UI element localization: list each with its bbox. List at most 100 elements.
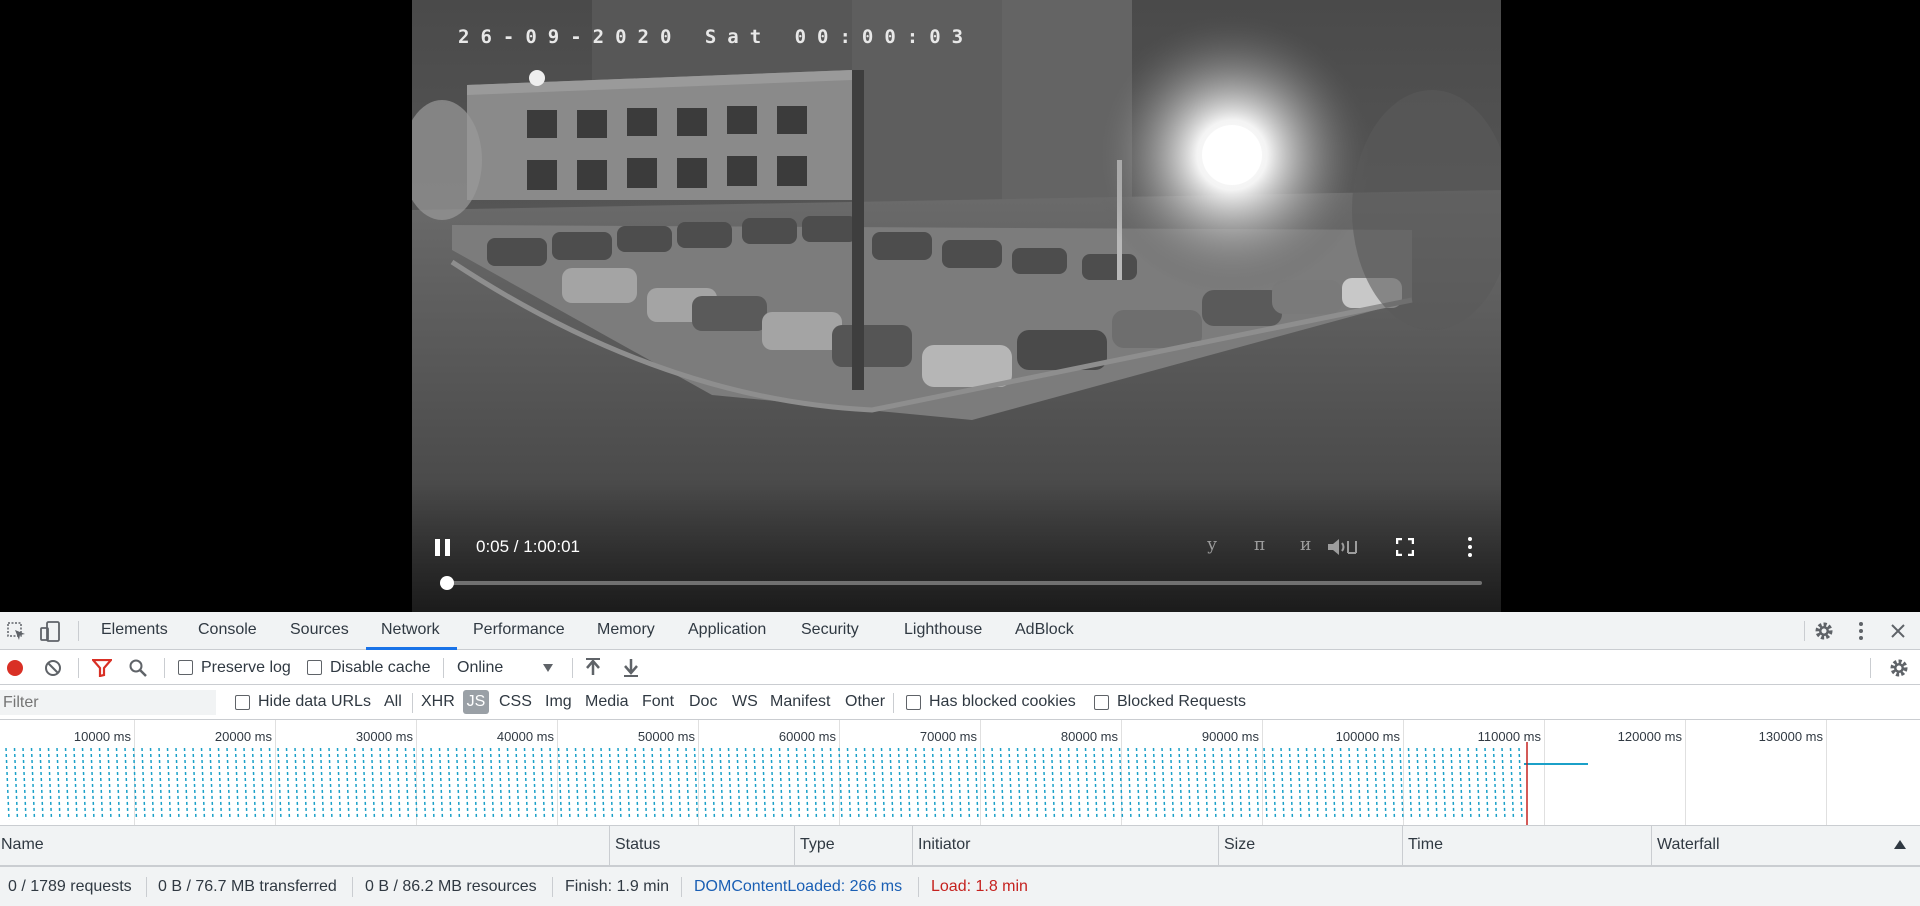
column-size[interactable]: Size <box>1224 836 1255 854</box>
column-name[interactable]: Name <box>1 836 44 854</box>
pause-icon <box>435 539 440 556</box>
devtools-tabbar: Elements Console Sources Network Perform… <box>0 612 1920 650</box>
chevron-down-icon <box>543 664 553 672</box>
transferred-size: 0 B / 76.7 MB transferred <box>158 878 337 895</box>
type-filter-js[interactable]: JS <box>463 690 489 714</box>
type-filter-font[interactable]: Font <box>642 693 674 711</box>
filter-divider <box>412 693 413 713</box>
summary-divider <box>681 877 682 897</box>
has-blocked-cookies-label: Has blocked cookies <box>929 693 1076 710</box>
network-filterbar: Hide data URLs All XHR JS CSS Img Media … <box>0 685 1920 720</box>
filter-input[interactable] <box>0 690 216 715</box>
type-filter-img[interactable]: Img <box>545 693 572 711</box>
column-initiator[interactable]: Initiator <box>918 836 970 854</box>
type-filter-css[interactable]: CSS <box>499 693 532 711</box>
column-waterfall[interactable]: Waterfall <box>1657 836 1720 854</box>
resources-size: 0 B / 86.2 MB resources <box>365 878 537 895</box>
clear-icon[interactable] <box>44 659 62 677</box>
pause-button[interactable] <box>432 534 456 562</box>
type-filter-ws[interactable]: WS <box>732 693 758 711</box>
type-filter-other[interactable]: Other <box>845 693 885 711</box>
network-toolbar: Preserve log Disable cache Online <box>0 650 1920 685</box>
summary-divider <box>918 877 919 897</box>
hide-data-urls-checkbox[interactable] <box>235 695 250 710</box>
volume-icon[interactable] <box>1326 537 1360 557</box>
throttling-select[interactable]: Online <box>457 654 557 681</box>
summary-divider <box>552 877 553 897</box>
preserve-log-checkbox[interactable] <box>178 660 193 675</box>
finish-time: Finish: 1.9 min <box>565 878 670 895</box>
column-time[interactable]: Time <box>1408 836 1443 854</box>
column-divider[interactable] <box>1218 826 1219 866</box>
caption-icon-p[interactable]: п <box>1254 535 1265 555</box>
tab-network[interactable]: Network <box>381 621 440 639</box>
settings-gear-icon[interactable] <box>1814 621 1834 641</box>
tab-sources[interactable]: Sources <box>290 621 349 639</box>
import-har-icon[interactable] <box>585 658 601 677</box>
filter-funnel-icon[interactable] <box>92 659 112 677</box>
toolbar-divider <box>572 658 573 678</box>
tab-memory[interactable]: Memory <box>597 621 655 639</box>
type-filter-all[interactable]: All <box>384 693 402 711</box>
column-divider[interactable] <box>912 826 913 866</box>
type-filter-manifest[interactable]: Manifest <box>770 693 830 711</box>
column-divider[interactable] <box>1651 826 1652 866</box>
tab-performance[interactable]: Performance <box>473 621 565 639</box>
network-settings-gear-icon[interactable] <box>1889 658 1909 678</box>
network-summary-bar: 0 / 1789 requests 0 B / 76.7 MB transfer… <box>0 866 1920 906</box>
column-type[interactable]: Type <box>800 836 835 854</box>
video-page: 26-09-2020 Sat 00:00:03 0:05 / 1:00:01 у… <box>0 0 1920 612</box>
summary-divider <box>352 877 353 897</box>
camera-timestamp-overlay: 26-09-2020 Sat 00:00:03 <box>458 26 975 48</box>
column-status[interactable]: Status <box>615 836 660 854</box>
requests-count: 0 / 1789 requests <box>8 878 132 895</box>
inspect-element-icon[interactable] <box>7 622 27 642</box>
tab-security[interactable]: Security <box>801 621 859 639</box>
time-display: 0:05 / 1:00:01 <box>476 537 580 556</box>
toolbar-divider <box>78 658 79 678</box>
blocked-requests-checkbox[interactable] <box>1094 695 1109 710</box>
disable-cache-label: Disable cache <box>330 659 431 676</box>
seek-bar[interactable] <box>440 576 1482 590</box>
column-divider[interactable] <box>1402 826 1403 866</box>
tabbar-divider <box>78 621 79 641</box>
tab-console[interactable]: Console <box>198 621 257 639</box>
toolbar-divider-right <box>1870 658 1871 678</box>
type-filter-xhr[interactable]: XHR <box>421 693 455 711</box>
customize-menu-icon[interactable] <box>1857 621 1865 641</box>
has-blocked-cookies-checkbox[interactable] <box>906 695 921 710</box>
throttling-value: Online <box>457 659 504 676</box>
fullscreen-icon[interactable] <box>1396 538 1414 556</box>
column-divider[interactable] <box>609 826 610 866</box>
type-filter-media[interactable]: Media <box>585 693 629 711</box>
export-har-icon[interactable] <box>623 658 639 677</box>
dom-content-loaded-time: DOMContentLoaded: 266 ms <box>694 878 903 895</box>
tab-adblock[interactable]: AdBlock <box>1015 621 1074 639</box>
tab-lighthouse[interactable]: Lighthouse <box>904 621 982 639</box>
preserve-log-label: Preserve log <box>201 659 291 676</box>
type-filter-doc[interactable]: Doc <box>689 693 717 711</box>
close-icon[interactable] <box>1890 623 1906 639</box>
overview-request-marks <box>5 742 1588 825</box>
devtools-panel: Elements Console Sources Network Perform… <box>0 612 1920 906</box>
column-divider[interactable] <box>794 826 795 866</box>
video-player[interactable]: 26-09-2020 Sat 00:00:03 0:05 / 1:00:01 у… <box>412 0 1501 612</box>
more-options-icon[interactable] <box>1466 536 1474 558</box>
tab-application[interactable]: Application <box>688 621 766 639</box>
search-icon[interactable] <box>129 659 147 677</box>
filter-divider <box>893 693 894 713</box>
caption-icon-u[interactable]: у <box>1207 535 1217 555</box>
sort-ascending-icon[interactable] <box>1894 840 1906 849</box>
load-time: Load: 1.8 min <box>931 878 1028 895</box>
toolbar-divider <box>443 658 444 678</box>
disable-cache-checkbox[interactable] <box>307 660 322 675</box>
blocked-requests-label: Blocked Requests <box>1117 693 1246 710</box>
requests-table-header: Name Status Type Initiator Size Time Wat… <box>0 826 1920 866</box>
tab-elements[interactable]: Elements <box>101 621 168 639</box>
caption-icon-i[interactable]: и <box>1300 535 1311 555</box>
pause-icon-bar <box>445 539 450 556</box>
device-toolbar-icon[interactable] <box>40 621 62 643</box>
network-overview-timeline[interactable]: 10000 ms 20000 ms 30000 ms 40000 ms 50000 ms… <box>0 720 1920 826</box>
toolbar-divider <box>164 658 165 678</box>
record-icon[interactable] <box>6 659 24 677</box>
